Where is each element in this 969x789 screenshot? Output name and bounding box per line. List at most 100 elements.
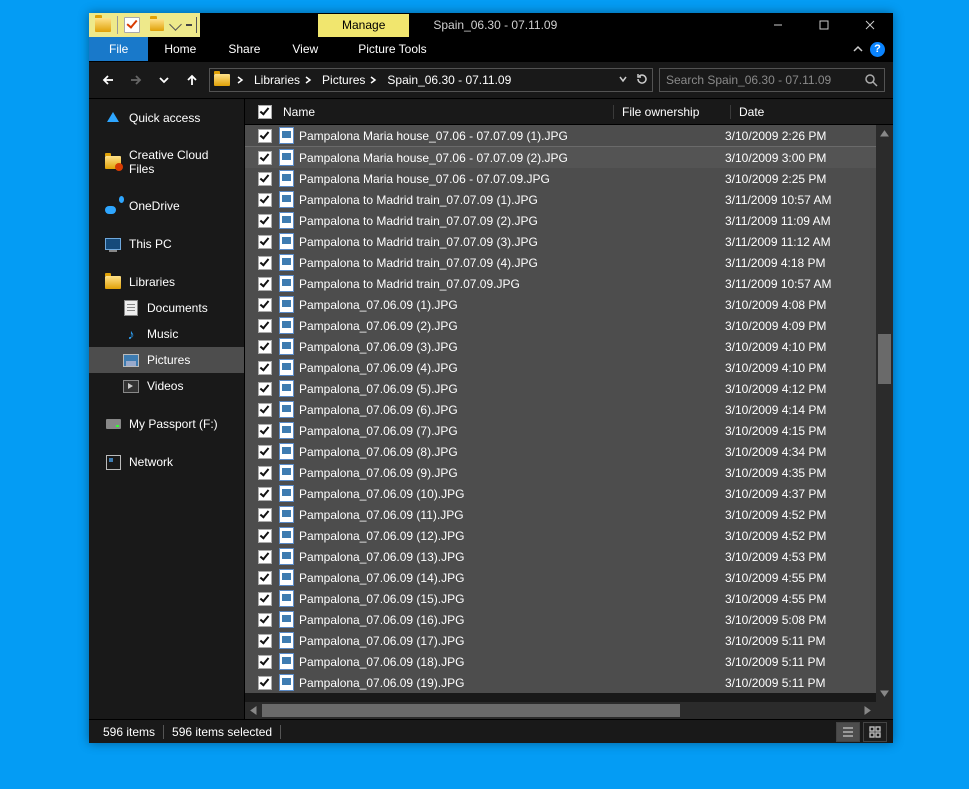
file-row[interactable]: Pampalona to Madrid train_07.07.09 (1).J…: [245, 189, 876, 210]
nav-quick-access[interactable]: Quick access: [89, 105, 244, 131]
row-checkbox[interactable]: [253, 466, 277, 480]
file-tab[interactable]: File: [89, 37, 148, 61]
row-checkbox[interactable]: [253, 508, 277, 522]
column-header-name[interactable]: Name: [277, 105, 613, 119]
address-bar[interactable]: Libraries Pictures Spain_06.30 - 07.11.0…: [209, 68, 653, 92]
file-row[interactable]: Pampalona_07.06.09 (16).JPG3/10/2009 5:0…: [245, 609, 876, 630]
row-checkbox[interactable]: [253, 529, 277, 543]
file-row[interactable]: Pampalona_07.06.09 (5).JPG3/10/2009 4:12…: [245, 378, 876, 399]
vertical-scrollbar[interactable]: [876, 125, 893, 702]
nav-documents[interactable]: Documents: [89, 295, 244, 321]
column-header-checkbox[interactable]: [253, 105, 277, 119]
help-icon[interactable]: ?: [870, 42, 885, 57]
file-row[interactable]: Pampalona_07.06.09 (14).JPG3/10/2009 4:5…: [245, 567, 876, 588]
scroll-up-icon[interactable]: [876, 125, 893, 142]
row-checkbox[interactable]: [253, 361, 277, 375]
nav-this-pc[interactable]: This PC: [89, 231, 244, 257]
breadcrumb-pictures[interactable]: Pictures: [318, 73, 381, 87]
file-row[interactable]: Pampalona_07.06.09 (12).JPG3/10/2009 4:5…: [245, 525, 876, 546]
nav-music[interactable]: ♪Music: [89, 321, 244, 347]
row-checkbox[interactable]: [253, 655, 277, 669]
folder-icon[interactable]: [95, 18, 111, 32]
row-checkbox[interactable]: [253, 571, 277, 585]
row-checkbox[interactable]: [253, 193, 277, 207]
file-row[interactable]: Pampalona_07.06.09 (3).JPG3/10/2009 4:10…: [245, 336, 876, 357]
scroll-thumb[interactable]: [878, 334, 891, 384]
nav-pictures[interactable]: Pictures: [89, 347, 244, 373]
file-row[interactable]: Pampalona_07.06.09 (8).JPG3/10/2009 4:34…: [245, 441, 876, 462]
row-checkbox[interactable]: [253, 214, 277, 228]
file-row[interactable]: Pampalona_07.06.09 (7).JPG3/10/2009 4:15…: [245, 420, 876, 441]
tab-share[interactable]: Share: [212, 37, 276, 61]
file-row[interactable]: Pampalona_07.06.09 (17).JPG3/10/2009 5:1…: [245, 630, 876, 651]
breadcrumb-libraries[interactable]: Libraries: [250, 73, 316, 87]
breadcrumb-root-chevron[interactable]: [232, 76, 248, 84]
file-row[interactable]: Pampalona_07.06.09 (11).JPG3/10/2009 4:5…: [245, 504, 876, 525]
refresh-icon[interactable]: [636, 73, 648, 88]
column-header-ownership[interactable]: File ownership: [613, 105, 730, 119]
close-button[interactable]: [847, 13, 893, 37]
breadcrumb-current[interactable]: Spain_06.30 - 07.11.09: [383, 73, 515, 87]
row-checkbox[interactable]: [253, 487, 277, 501]
row-checkbox[interactable]: [253, 277, 277, 291]
tab-home[interactable]: Home: [148, 37, 212, 61]
history-dropdown-icon[interactable]: [618, 73, 628, 87]
nav-libraries[interactable]: Libraries: [89, 269, 244, 295]
file-list[interactable]: Pampalona Maria house_07.06 - 07.07.09 (…: [245, 125, 876, 702]
recent-locations-button[interactable]: [153, 69, 175, 91]
column-header-date[interactable]: Date: [730, 105, 877, 119]
nav-my-passport[interactable]: My Passport (F:): [89, 411, 244, 437]
navigation-pane[interactable]: Quick accessCreative Cloud FilesOneDrive…: [89, 99, 245, 719]
scroll-down-icon[interactable]: [876, 685, 893, 702]
file-row[interactable]: Pampalona_07.06.09 (19).JPG3/10/2009 5:1…: [245, 672, 876, 693]
minimize-button[interactable]: [755, 13, 801, 37]
row-checkbox[interactable]: [253, 298, 277, 312]
row-checkbox[interactable]: [253, 634, 277, 648]
row-checkbox[interactable]: [253, 424, 277, 438]
file-row[interactable]: Pampalona_07.06.09 (1).JPG3/10/2009 4:08…: [245, 294, 876, 315]
search-input[interactable]: Search Spain_06.30 - 07.11.09: [659, 68, 885, 92]
tab-view[interactable]: View: [276, 37, 334, 61]
scroll-left-icon[interactable]: [245, 702, 262, 719]
row-checkbox[interactable]: [253, 151, 277, 165]
scroll-thumb[interactable]: [262, 704, 680, 717]
horizontal-scrollbar[interactable]: [245, 702, 893, 719]
customize-qat-icon[interactable]: [169, 18, 182, 31]
file-row[interactable]: Pampalona Maria house_07.06 - 07.07.09.J…: [245, 168, 876, 189]
row-checkbox[interactable]: [253, 550, 277, 564]
view-thumbnails-button[interactable]: [863, 722, 887, 742]
scroll-right-icon[interactable]: [859, 702, 876, 719]
new-folder-icon[interactable]: [150, 19, 164, 31]
row-checkbox[interactable]: [253, 676, 277, 690]
file-row[interactable]: Pampalona Maria house_07.06 - 07.07.09 (…: [245, 146, 876, 168]
file-row[interactable]: Pampalona_07.06.09 (10).JPG3/10/2009 4:3…: [245, 483, 876, 504]
view-details-button[interactable]: [836, 722, 860, 742]
tab-picture-tools[interactable]: Picture Tools: [342, 37, 442, 61]
nav-videos[interactable]: Videos: [89, 373, 244, 399]
file-row[interactable]: Pampalona to Madrid train_07.07.09 (4).J…: [245, 252, 876, 273]
forward-button[interactable]: [125, 69, 147, 91]
row-checkbox[interactable]: [253, 340, 277, 354]
file-row[interactable]: Pampalona_07.06.09 (6).JPG3/10/2009 4:14…: [245, 399, 876, 420]
row-checkbox[interactable]: [253, 256, 277, 270]
file-row[interactable]: Pampalona_07.06.09 (9).JPG3/10/2009 4:35…: [245, 462, 876, 483]
file-row[interactable]: Pampalona_07.06.09 (13).JPG3/10/2009 4:5…: [245, 546, 876, 567]
row-checkbox[interactable]: [253, 172, 277, 186]
row-checkbox[interactable]: [253, 445, 277, 459]
row-checkbox[interactable]: [253, 129, 277, 143]
file-row[interactable]: Pampalona_07.06.09 (15).JPG3/10/2009 4:5…: [245, 588, 876, 609]
row-checkbox[interactable]: [253, 235, 277, 249]
row-checkbox[interactable]: [253, 382, 277, 396]
collapse-ribbon-icon[interactable]: [852, 43, 864, 55]
scroll-track[interactable]: [876, 142, 893, 685]
maximize-button[interactable]: [801, 13, 847, 37]
row-checkbox[interactable]: [253, 613, 277, 627]
file-row[interactable]: Pampalona_07.06.09 (2).JPG3/10/2009 4:09…: [245, 315, 876, 336]
up-button[interactable]: [181, 69, 203, 91]
row-checkbox[interactable]: [253, 403, 277, 417]
nav-network[interactable]: Network: [89, 449, 244, 475]
file-row[interactable]: Pampalona to Madrid train_07.07.09.JPG3/…: [245, 273, 876, 294]
nav-creative-cloud[interactable]: Creative Cloud Files: [89, 143, 244, 181]
file-row[interactable]: Pampalona_07.06.09 (4).JPG3/10/2009 4:10…: [245, 357, 876, 378]
row-checkbox[interactable]: [253, 592, 277, 606]
